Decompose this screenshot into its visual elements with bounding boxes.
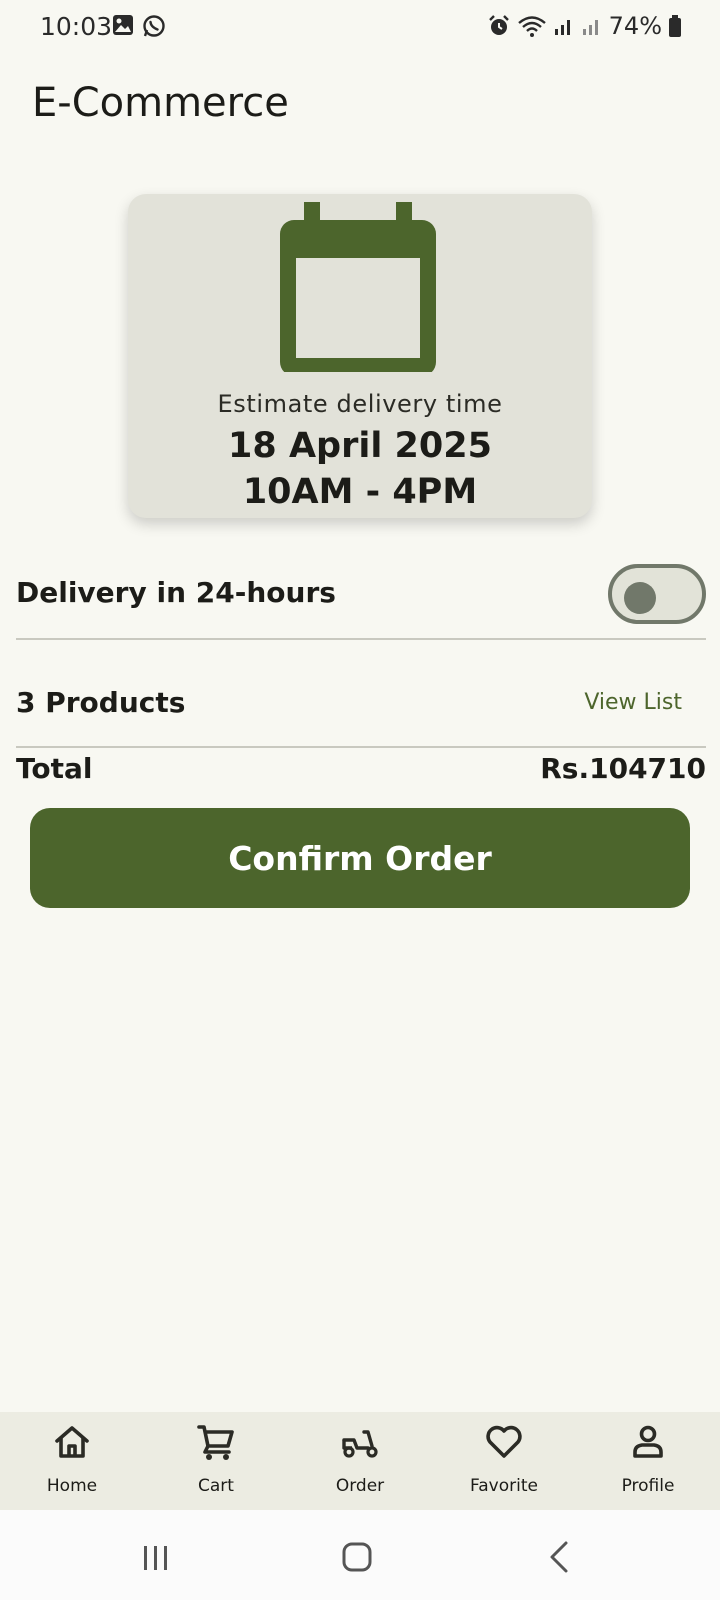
- battery-icon: [669, 15, 681, 37]
- gallery-icon: [113, 15, 133, 35]
- products-row: 3 Products View List: [16, 680, 706, 736]
- estimate-date: 18 April 2025: [228, 426, 492, 466]
- nav-item-cart[interactable]: Cart: [144, 1412, 288, 1510]
- wifi-icon: [517, 16, 546, 37]
- alarm-icon: [488, 15, 509, 35]
- status-time: 10:03: [40, 12, 113, 41]
- delivery-estimate-card: Estimate delivery time 18 April 2025 10A…: [128, 194, 592, 518]
- signal-icon: [554, 20, 570, 35]
- nav-label-home: Home: [46, 1476, 98, 1496]
- nav-label-favorite: Favorite: [470, 1476, 538, 1496]
- delivery-24h-toggle[interactable]: [608, 564, 706, 624]
- view-list-link[interactable]: View List: [584, 690, 682, 715]
- calendar-icon: [280, 202, 436, 372]
- nav-label-cart: Cart: [198, 1476, 234, 1496]
- nav-label-order: Order: [335, 1476, 385, 1496]
- confirm-order-button[interactable]: Confirm Order: [30, 808, 690, 908]
- system-nav-bar: [0, 1510, 720, 1600]
- cart-icon: [197, 1425, 234, 1460]
- bottom-nav: Home Cart Order Favorite Profile: [0, 1412, 720, 1510]
- nav-item-favorite[interactable]: Favorite: [432, 1412, 576, 1510]
- heart-icon: [486, 1425, 522, 1458]
- toggle-knob: [624, 582, 656, 614]
- estimate-label: Estimate delivery time: [217, 390, 503, 418]
- recent-apps-icon[interactable]: [136, 1538, 176, 1578]
- home-icon: [55, 1426, 89, 1458]
- page-title: E-Commerce: [32, 80, 289, 126]
- battery-percent: 74%: [608, 12, 662, 40]
- delivery-24h-row: Delivery in 24-hours: [16, 560, 706, 630]
- status-system-icons: 74%: [487, 12, 682, 40]
- status-notification-icons: [112, 14, 166, 38]
- total-amount: Rs.104710: [540, 752, 706, 785]
- status-bar: 10:03 74%: [0, 0, 720, 56]
- divider: [16, 638, 706, 640]
- nav-item-home[interactable]: Home: [0, 1412, 144, 1510]
- profile-icon: [633, 1425, 663, 1458]
- total-label: Total: [16, 752, 93, 785]
- home-button-icon[interactable]: [338, 1538, 378, 1578]
- delivery-24h-label: Delivery in 24-hours: [16, 576, 336, 609]
- nav-item-profile[interactable]: Profile: [576, 1412, 720, 1510]
- total-row: Total Rs.104710: [16, 748, 706, 798]
- nav-label-profile: Profile: [621, 1476, 675, 1496]
- back-icon[interactable]: [540, 1538, 580, 1578]
- screen: 10:03 74% E-Commerce Estimate delivery t…: [0, 0, 720, 1600]
- products-count: 3 Products: [16, 686, 186, 719]
- signal-icon-2: [582, 20, 598, 35]
- estimate-time-window: 10AM - 4PM: [242, 472, 478, 512]
- nav-item-order[interactable]: Order: [288, 1412, 432, 1510]
- scooter-icon: [342, 1430, 378, 1458]
- whatsapp-icon: [143, 15, 165, 37]
